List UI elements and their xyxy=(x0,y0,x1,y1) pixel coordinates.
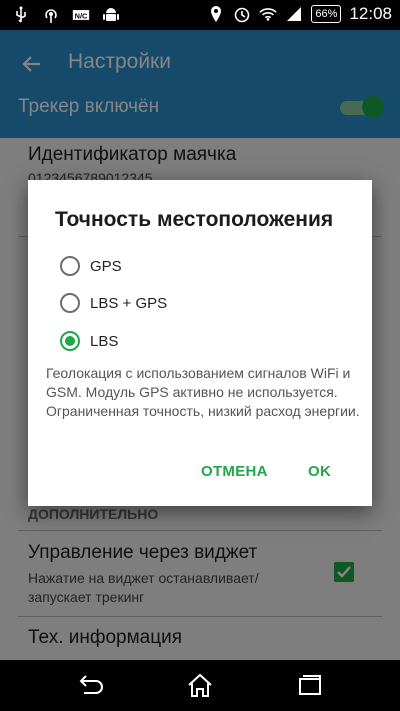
option-gps[interactable]: GPS xyxy=(60,253,122,279)
dialog-title: Точность местоположения xyxy=(55,208,334,231)
option-lbs-gps[interactable]: LBS + GPS xyxy=(60,290,167,316)
navigation-bar xyxy=(0,660,400,711)
status-left-icons: N/C xyxy=(12,6,120,24)
hotspot-icon xyxy=(42,6,60,24)
usb-icon xyxy=(12,6,30,24)
option-description: Геолокация с использованием сигналов WiF… xyxy=(46,365,360,419)
option-label-lbs: LBS xyxy=(90,332,119,350)
radio-lbs[interactable] xyxy=(60,331,80,351)
alarm-icon xyxy=(233,5,251,23)
location-icon xyxy=(207,5,225,23)
home-icon[interactable] xyxy=(186,672,214,698)
android-icon xyxy=(102,6,120,24)
option-label-gps: GPS xyxy=(90,257,122,275)
cancel-button[interactable]: ОТМЕНА xyxy=(201,463,268,480)
signal-icon xyxy=(285,5,303,23)
radio-selected-dot xyxy=(65,336,75,346)
option-lbs[interactable]: LBS xyxy=(60,328,118,354)
radio-gps[interactable] xyxy=(60,256,80,276)
radio-lbs-gps[interactable] xyxy=(60,293,80,313)
option-label-lbs-gps: LBS + GPS xyxy=(90,294,168,312)
wifi-icon xyxy=(259,5,278,23)
battery-indicator: 66% xyxy=(311,5,342,23)
svg-text:N/C: N/C xyxy=(75,11,88,20)
location-accuracy-dialog: Точность местоположения GPS LBS + GPS LB… xyxy=(28,180,372,506)
back-icon[interactable] xyxy=(76,672,104,698)
status-time: 12:08 xyxy=(349,4,392,23)
status-bar: N/C 66% 12:08 xyxy=(0,0,400,30)
nfc-icon: N/C xyxy=(72,6,90,24)
status-right-icons: 66% 12:08 xyxy=(207,4,392,24)
recent-apps-icon[interactable] xyxy=(296,672,324,698)
ok-button[interactable]: OK xyxy=(308,463,331,480)
